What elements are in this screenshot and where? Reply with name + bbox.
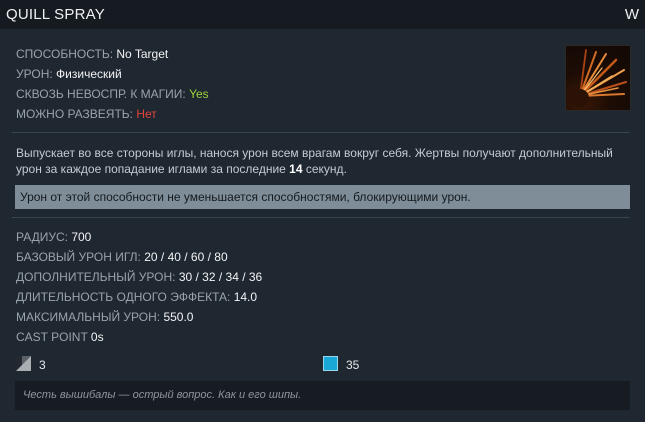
stat-value: 30 / 32 / 34 / 36 — [178, 270, 263, 284]
stat-value: 14.0 — [233, 290, 258, 304]
stat-value: 550.0 — [163, 310, 194, 324]
ability-description: Выпускает во все стороны иглы, нанося ур… — [16, 145, 616, 177]
stat-label: РАДИУС: — [16, 230, 68, 244]
divider — [12, 132, 630, 133]
property-value: Физический — [56, 67, 122, 81]
stat-label: БАЗОВЫЙ УРОН ИГЛ: — [16, 250, 141, 264]
stat-value: 20 / 40 / 60 / 80 — [144, 250, 228, 264]
divider — [12, 217, 630, 218]
stat-base-damage: БАЗОВЫЙ УРОН ИГЛ: 20 / 40 / 60 / 80 — [16, 250, 228, 264]
mana-cost-value: 35 — [346, 358, 360, 372]
quill-spray-ability-icon — [565, 45, 631, 111]
property-value: No Target — [116, 47, 169, 61]
ability-hotkey: W — [624, 6, 639, 23]
property-damage-type: УРОН: Физический — [16, 67, 122, 81]
property-pierces-immunity: СКВОЗЬ НЕВОСПР. К МАГИИ: Yes — [16, 87, 209, 101]
description-highlight: 14 — [289, 162, 303, 176]
property-label: УРОН: — [16, 67, 53, 81]
property-value: Нет — [136, 107, 157, 121]
ability-tooltip: QUILL SPRAY W СПОСОБНОСТЬ: No Target УРО… — [0, 0, 645, 422]
stat-value: 700 — [71, 230, 92, 244]
quill-spray-icon — [571, 49, 627, 107]
cooldown-value: 3 — [39, 358, 46, 372]
property-ability-type: СПОСОБНОСТЬ: No Target — [16, 47, 168, 61]
ability-name: QUILL SPRAY — [6, 6, 105, 23]
stat-cast-point: CAST POINT 0s — [16, 330, 104, 344]
ability-note: Урон от этой способности не уменьшается … — [15, 185, 630, 209]
description-text-end: секунд. — [305, 162, 347, 176]
ability-lore: Честь вышибалы — острый вопрос. Как и ег… — [15, 381, 630, 410]
stat-label: ДЛИТЕЛЬНОСТЬ ОДНОГО ЭФФЕКТА: — [16, 290, 231, 304]
property-label: СКВОЗЬ НЕВОСПР. К МАГИИ: — [16, 87, 186, 101]
property-label: МОЖНО РАЗВЕЯТЬ: — [16, 107, 134, 121]
stat-label: ДОПОЛНИТЕЛЬНЫЙ УРОН: — [16, 270, 176, 284]
stat-label: МАКСИМАЛЬНЫЙ УРОН: — [16, 310, 161, 324]
stat-value: 0s — [90, 330, 104, 344]
tooltip-header: QUILL SPRAY W — [0, 0, 645, 29]
stat-duration: ДЛИТЕЛЬНОСТЬ ОДНОГО ЭФФЕКТА: 14.0 — [16, 290, 257, 304]
property-dispellable: МОЖНО РАЗВЕЯТЬ: Нет — [16, 107, 157, 121]
mana-cost-icon — [323, 356, 338, 371]
property-label: СПОСОБНОСТЬ: — [16, 47, 114, 61]
stat-bonus-damage: ДОПОЛНИТЕЛЬНЫЙ УРОН: 30 / 32 / 34 / 36 — [16, 270, 262, 284]
stat-label: CAST POINT — [16, 330, 88, 344]
property-value: Yes — [189, 87, 209, 101]
stat-max-damage: МАКСИМАЛЬНЫЙ УРОН: 550.0 — [16, 310, 193, 324]
stat-radius: РАДИУС: 700 — [16, 230, 91, 244]
cooldown-icon — [16, 356, 31, 371]
